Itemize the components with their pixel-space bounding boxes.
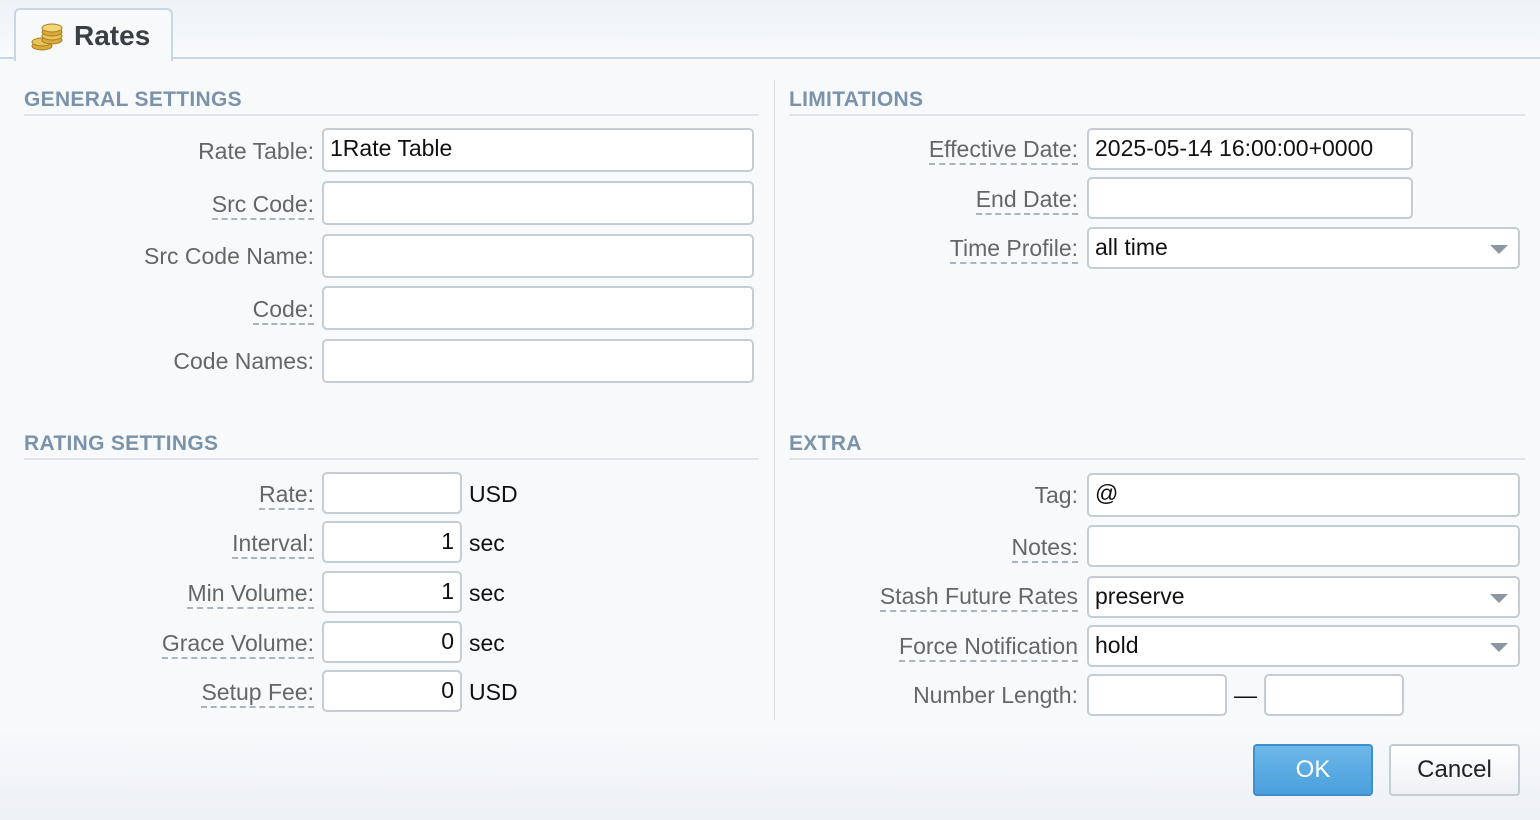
setup-fee-label: Setup Fee: (201, 677, 314, 708)
coins-icon (31, 23, 63, 51)
tab-bar: Rates (0, 0, 1540, 61)
extra-rule (789, 458, 1525, 460)
force-notification-select[interactable]: hold (1087, 625, 1520, 667)
setup-fee-unit: USD (469, 679, 518, 705)
tag-input[interactable]: @ (1087, 473, 1520, 517)
rating-settings-title: RATING SETTINGS (24, 432, 219, 455)
column-divider (774, 80, 775, 720)
tag-label: Tag: (1034, 482, 1078, 508)
time-profile-label: Time Profile: (949, 233, 1078, 264)
src-code-label: Src Code: (211, 189, 314, 220)
src-code-name-input[interactable] (322, 234, 754, 278)
stash-future-rates-select[interactable]: preserve (1087, 576, 1520, 618)
time-profile-select[interactable]: all time (1087, 227, 1520, 269)
rate-table-input[interactable]: 1Rate Table (322, 128, 754, 172)
src-code-input[interactable] (322, 181, 754, 225)
notes-input[interactable] (1087, 525, 1520, 567)
rate-table-label: Rate Table: (198, 138, 314, 164)
rate-label: Rate: (259, 479, 314, 510)
setup-fee-input[interactable]: 0 (322, 670, 462, 712)
number-length-separator: — (1234, 682, 1257, 708)
code-input[interactable] (322, 286, 754, 330)
min-volume-input[interactable]: 1 (322, 571, 462, 613)
min-volume-label: Min Volume: (187, 578, 314, 609)
force-notification-label: Force Notification (899, 631, 1078, 662)
grace-volume-label: Grace Volume: (161, 628, 314, 659)
interval-unit: sec (469, 530, 505, 556)
extra-title: EXTRA (789, 432, 862, 455)
code-names-label: Code Names: (173, 348, 314, 374)
stash-future-rates-value: preserve (1095, 583, 1185, 609)
rate-unit: USD (469, 481, 518, 507)
general-settings-title: GENERAL SETTINGS (24, 88, 242, 111)
grace-volume-unit: sec (469, 630, 505, 656)
number-length-label: Number Length: (913, 682, 1078, 708)
src-code-name-label: Src Code Name: (143, 243, 314, 269)
effective-date-label: Effective Date: (928, 134, 1078, 165)
notes-label: Notes: (1011, 532, 1078, 563)
time-profile-value: all time (1095, 234, 1168, 260)
limitations-rule (789, 114, 1525, 116)
grace-volume-input[interactable]: 0 (322, 621, 462, 663)
general-settings-rule (24, 114, 759, 116)
number-length-from-input[interactable] (1087, 674, 1227, 716)
rating-settings-rule (24, 458, 759, 460)
limitations-title: LIMITATIONS (789, 88, 924, 111)
rate-input[interactable] (322, 472, 462, 514)
force-notification-value: hold (1095, 632, 1139, 658)
min-volume-unit: sec (469, 580, 505, 606)
code-names-input[interactable] (322, 339, 754, 383)
dropdown-arrow-icon (1490, 594, 1508, 603)
ok-button[interactable]: OK (1253, 744, 1373, 796)
stash-future-rates-label: Stash Future Rates (879, 581, 1078, 612)
tab-label: Rates (74, 20, 151, 51)
number-length-to-input[interactable] (1264, 674, 1404, 716)
dropdown-arrow-icon (1490, 245, 1508, 254)
tab-rates[interactable]: Rates (14, 8, 173, 61)
code-label: Code: (252, 294, 314, 325)
effective-date-input[interactable]: 2025-05-14 16:00:00+0000 (1087, 128, 1413, 170)
cancel-button[interactable]: Cancel (1389, 744, 1520, 796)
interval-input[interactable]: 1 (322, 521, 462, 563)
interval-label: Interval: (232, 528, 314, 559)
dropdown-arrow-icon (1490, 643, 1508, 652)
end-date-label: End Date: (975, 184, 1078, 215)
end-date-input[interactable] (1087, 177, 1413, 219)
